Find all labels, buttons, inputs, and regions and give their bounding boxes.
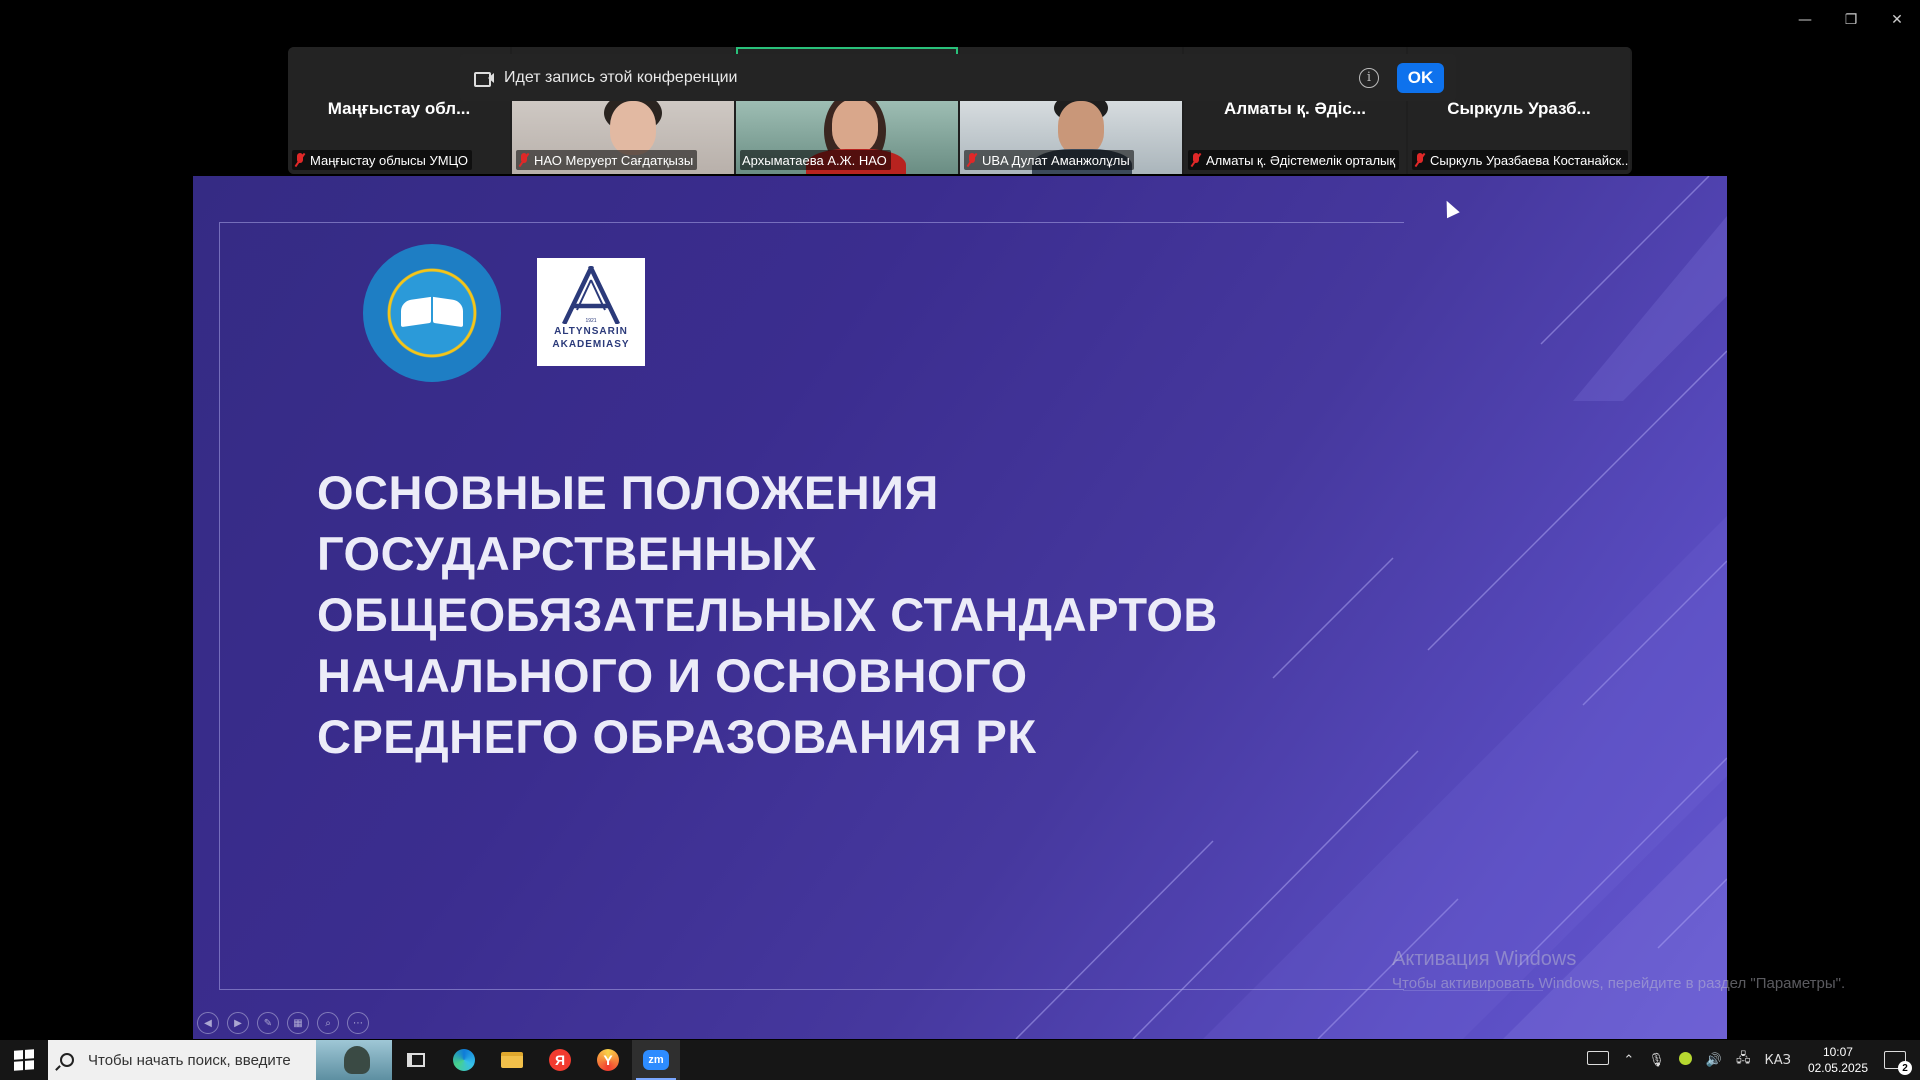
slides-grid-icon[interactable]: ▦ — [287, 1012, 309, 1034]
participant-label: Маңғыстау облысы УМЦО — [292, 150, 472, 170]
slide-toolbar: ◀ ▶ ✎ ▦ ⌕ ⋯ — [197, 1012, 369, 1034]
mic-muted-icon — [294, 153, 306, 167]
participant-name: Алматы қ. Әдістемелік орталық — [1206, 152, 1396, 168]
participant-name: Маңғыстау облысы УМЦО — [310, 152, 468, 168]
slide-title: ОСНОВНЫЕ ПОЛОЖЕНИЯ ГОСУДАРСТВЕННЫХ ОБЩЕО… — [317, 462, 1277, 767]
ministry-emblem-logo — [363, 244, 501, 382]
slide-title-line: СРЕДНЕГО ОБРАЗОВАНИЯ РК — [317, 710, 1037, 763]
show-hidden-icons-button[interactable]: ⌃ — [1616, 1053, 1641, 1068]
altynsarin-academy-logo: 1921 ALTYNSARIN AKADEMIASY — [537, 258, 645, 366]
zoom-taskbar-button[interactable]: zm — [632, 1040, 680, 1080]
task-view-button[interactable] — [392, 1040, 440, 1080]
recording-camera-icon — [474, 71, 494, 87]
participant-name: НАО Меруерт Сағдатқызы — [534, 152, 694, 168]
letter-a-logo-icon — [561, 266, 621, 324]
logo-text-line2: AKADEMIASY — [552, 339, 630, 350]
window-controls: — ❐ ✕ — [1782, 0, 1920, 40]
clock-time: 10:07 — [1822, 1045, 1853, 1059]
edge-taskbar-button[interactable] — [440, 1040, 488, 1080]
logo-text-line1: ALTYNSARIN — [554, 326, 628, 337]
mic-muted-icon — [1190, 153, 1202, 167]
participant-tile-name: Сыркуль Уразб... — [1447, 99, 1591, 118]
windows-activation-watermark: Активация Windows Чтобы активировать Win… — [1392, 948, 1845, 992]
edge-icon — [453, 1049, 475, 1071]
folder-icon — [501, 1052, 523, 1068]
minimize-button[interactable]: — — [1782, 0, 1828, 40]
pen-icon[interactable]: ✎ — [257, 1012, 279, 1034]
keyboard-icon — [1587, 1051, 1610, 1065]
slide-title-line: ОБЩЕОБЯЗАТЕЛЬНЫХ СТАНДАРТОВ — [317, 588, 1218, 641]
slide-title-line: НАЧАЛЬНОГО И ОСНОВНОГО — [317, 649, 1028, 702]
slide-title-line: ОСНОВНЫЕ ПОЛОЖЕНИЯ — [317, 466, 939, 519]
bird-illustration-icon — [344, 1046, 370, 1074]
file-explorer-taskbar-button[interactable] — [488, 1040, 536, 1080]
tray-app-button[interactable] — [1672, 1051, 1699, 1069]
yandex-browser-icon: Y — [597, 1049, 619, 1071]
recording-banner: Идет запись этой конференции i OK — [460, 54, 1456, 101]
zoom-icon: zm — [643, 1050, 669, 1070]
volume-icon[interactable]: 🔊 — [1699, 1053, 1729, 1068]
activation-title: Активация Windows — [1392, 948, 1577, 970]
participant-video-face — [1058, 101, 1104, 155]
activation-subtitle: Чтобы активировать Windows, перейдите в … — [1392, 975, 1846, 992]
next-slide-icon[interactable]: ▶ — [227, 1012, 249, 1034]
participant-video-face — [610, 101, 656, 155]
touch-keyboard-button[interactable] — [1580, 1051, 1616, 1069]
logo-year: 1921 — [585, 318, 597, 324]
taskbar-search-box[interactable]: Чтобы начать поиск, введите — [48, 1040, 392, 1080]
mic-muted-icon — [1414, 153, 1426, 167]
search-highlight-image — [316, 1040, 392, 1080]
microphone-icon[interactable]: 🎙 — [1641, 1053, 1672, 1068]
clock-date: 02.05.2025 — [1807, 1061, 1868, 1075]
shared-slide: 1921 ALTYNSARIN AKADEMIASY ОСНОВНЫЕ ПОЛО… — [193, 176, 1727, 1039]
network-icon[interactable]: 🖧 — [1729, 1049, 1758, 1071]
participant-tile-name: Маңғыстау обл... — [327, 99, 471, 118]
participant-video-face — [832, 99, 878, 153]
start-button[interactable] — [0, 1040, 48, 1080]
restore-button[interactable]: ❐ — [1828, 0, 1874, 40]
book-icon — [401, 299, 463, 327]
close-button[interactable]: ✕ — [1874, 0, 1920, 40]
app-status-icon — [1678, 1051, 1692, 1065]
mic-muted-icon — [966, 153, 978, 167]
notification-count-badge: 2 — [1898, 1061, 1912, 1075]
zoom-icon[interactable]: ⌕ — [317, 1012, 339, 1034]
participant-name: Сыркуль Уразбаева Костанайск... — [1430, 152, 1628, 168]
search-icon — [60, 1053, 74, 1067]
input-language[interactable]: КАЗ — [1757, 1053, 1797, 1068]
windows-logo-icon — [14, 1049, 34, 1071]
participant-label: НАО Меруерт Сағдатқызы — [516, 150, 698, 170]
task-view-icon — [407, 1053, 425, 1067]
system-tray: ⌃ 🎙 🔊 🖧 КАЗ 10:07 02.05.2025 2 — [1580, 1040, 1920, 1080]
taskbar: Чтобы начать поиск, введите Я Y zm ⌃ 🎙 🔊… — [0, 1040, 1920, 1080]
ok-button[interactable]: OK — [1397, 62, 1444, 93]
recording-banner-text: Идет запись этой конференции — [504, 68, 738, 86]
yandex-taskbar-button[interactable]: Я — [536, 1040, 584, 1080]
notification-center-icon[interactable]: 2 — [1884, 1051, 1912, 1075]
participant-label: Алматы қ. Әдістемелік орталық — [1188, 150, 1400, 170]
participant-label: Архыматаева А.Ж. НАО — [740, 150, 891, 170]
yandex-icon: Я — [549, 1049, 571, 1071]
more-options-icon[interactable]: ⋯ — [347, 1012, 369, 1034]
previous-slide-icon[interactable]: ◀ — [197, 1012, 219, 1034]
participant-name: Архыматаева А.Ж. НАО — [742, 152, 887, 168]
mic-muted-icon — [518, 153, 530, 167]
participant-label: Сыркуль Уразбаева Костанайск... — [1412, 150, 1628, 170]
participant-tile-name: Алматы қ. Әдіс... — [1224, 99, 1366, 118]
yandex-browser-taskbar-button[interactable]: Y — [584, 1040, 632, 1080]
search-placeholder: Чтобы начать поиск, введите — [88, 1051, 291, 1069]
participant-label: UBA Дулат Аманжолұлы — [964, 150, 1134, 170]
info-icon[interactable]: i — [1359, 67, 1379, 88]
slide-title-line: ГОСУДАРСТВЕННЫХ — [317, 527, 817, 580]
taskbar-clock[interactable]: 10:07 02.05.2025 — [1798, 1044, 1878, 1076]
participant-name: UBA Дулат Аманжолұлы — [982, 152, 1130, 168]
